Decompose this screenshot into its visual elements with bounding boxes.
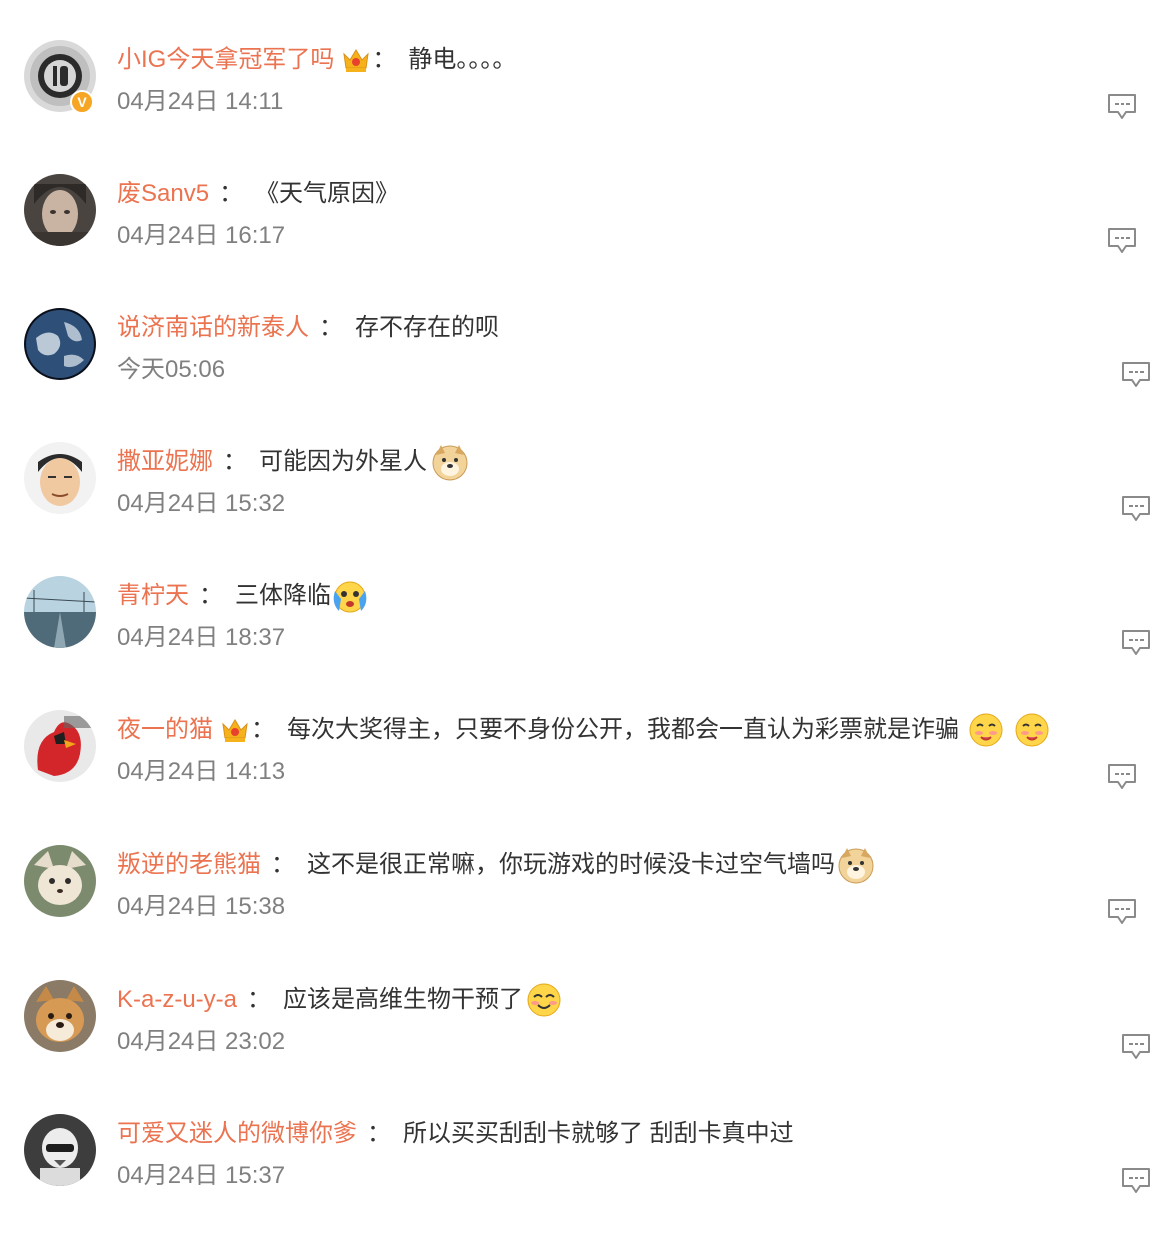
comment-text: 静电。。。。	[408, 46, 517, 73]
avatar[interactable]	[24, 710, 96, 782]
username-link[interactable]: 废Sanv5	[117, 176, 209, 212]
separator: ：	[223, 448, 247, 475]
reply-icon[interactable]	[1120, 628, 1152, 658]
reply-icon[interactable]	[1106, 762, 1138, 792]
comment-item: K-a-z-u-y-a ： 应该是高维生物干预了 04月24日 23:02	[0, 980, 1169, 1100]
comment-text: 每次大奖得主，只要不身份公开，我都会一直认为彩票就是诈骗	[287, 716, 959, 743]
comment-text: 这不是很正常嘛，你玩游戏的时候没卡过空气墙吗	[307, 851, 835, 878]
comment-item: 废Sanv5 ： 《天气原因》 04月24日 16:17	[0, 174, 1169, 294]
timestamp: 04月24日 18:37	[117, 624, 286, 651]
reply-icon[interactable]	[1106, 897, 1138, 927]
avatar[interactable]	[24, 980, 96, 1052]
reply-icon[interactable]	[1120, 1032, 1152, 1062]
comment-text: 三体降临	[235, 582, 331, 609]
reply-icon[interactable]	[1120, 494, 1152, 524]
crying-emoji-icon	[331, 577, 369, 615]
username-link[interactable]: 叛逆的老熊猫	[117, 847, 261, 883]
reply-icon[interactable]	[1106, 92, 1138, 122]
avatar[interactable]	[24, 308, 96, 380]
comment-item: 可爱又迷人的微博你爹 ： 所以买买刮刮卡就够了 刮刮卡真中过 04月24日 15…	[0, 1114, 1169, 1234]
username-link[interactable]: 小IG今天拿冠军了吗	[117, 42, 334, 78]
reply-icon[interactable]	[1120, 360, 1152, 390]
avatar[interactable]	[24, 845, 96, 917]
comment-text: 所以买买刮刮卡就够了 刮刮卡真中过	[403, 1120, 794, 1147]
comment-text: 《天气原因》	[255, 180, 400, 207]
avatar[interactable]	[24, 442, 96, 514]
timestamp: 04月24日 15:38	[117, 893, 286, 920]
avatar[interactable]	[24, 1114, 96, 1186]
comment-item: 叛逆的老熊猫 ： 这不是很正常嘛，你玩游戏的时候没卡过空气墙吗 04月24日 1…	[0, 845, 1169, 965]
crown-icon	[219, 714, 251, 746]
comment-item: 青柠天 ： 三体降临 04月24日 18:37	[0, 576, 1169, 696]
doge-emoji-icon	[837, 846, 875, 884]
separator: ：	[219, 180, 244, 207]
crown-icon	[340, 44, 372, 76]
timestamp: 04月24日 16:17	[117, 222, 286, 249]
username-link[interactable]: 可爱又迷人的微博你爹	[117, 1116, 357, 1152]
timestamp: 今天05:06	[117, 356, 226, 383]
drooling-emoji-icon	[1013, 711, 1051, 749]
comment-feed: V 小IG今天拿冠军了吗 ： 静电。。。。 04月24日 14:11 废Sanv…	[0, 0, 1169, 1220]
comment-item: V 小IG今天拿冠军了吗 ： 静电。。。。 04月24日 14:11	[0, 40, 1169, 160]
verified-badge-icon: V	[70, 90, 94, 114]
comment-item: 撒亚妮娜 ： 可能因为外星人 04月24日 15:32	[0, 442, 1169, 562]
timestamp: 04月24日 23:02	[117, 1028, 286, 1055]
username-link[interactable]: 青柠天	[117, 578, 189, 614]
username-link[interactable]: 撒亚妮娜	[117, 444, 213, 480]
separator: ：	[319, 314, 343, 341]
comment-text: 可能因为外星人	[259, 448, 427, 475]
timestamp: 04月24日 15:37	[117, 1162, 286, 1189]
drooling-emoji-icon	[967, 711, 1005, 749]
doge-emoji-icon	[431, 443, 469, 481]
avatar[interactable]	[24, 174, 96, 246]
avatar[interactable]	[24, 576, 96, 648]
timestamp: 04月24日 14:11	[117, 88, 284, 115]
comment-text: 应该是高维生物干预了	[283, 986, 524, 1013]
comment-text: 存不存在的呗	[355, 314, 499, 341]
separator: ：	[367, 1120, 391, 1147]
comment-item: 夜一的猫 ： 每次大奖得主，只要不身份公开，我都会一直认为彩票就是诈骗 04月2…	[0, 710, 1169, 830]
separator: ：	[251, 716, 275, 743]
separator: ：	[271, 851, 295, 878]
separator: ：	[372, 46, 397, 73]
username-link[interactable]: 说济南话的新泰人	[117, 310, 309, 346]
timestamp: 04月24日 15:32	[117, 490, 286, 517]
reply-icon[interactable]	[1120, 1166, 1152, 1196]
comment-item: 说济南话的新泰人 ： 存不存在的呗 今天05:06	[0, 308, 1169, 428]
separator: ：	[199, 582, 223, 609]
reply-icon[interactable]	[1106, 226, 1138, 256]
timestamp: 04月24日 14:13	[117, 758, 286, 785]
separator: ：	[247, 986, 272, 1013]
smile-emoji-icon	[525, 981, 563, 1019]
username-link[interactable]: K-a-z-u-y-a	[117, 982, 237, 1018]
username-link[interactable]: 夜一的猫	[117, 712, 213, 748]
